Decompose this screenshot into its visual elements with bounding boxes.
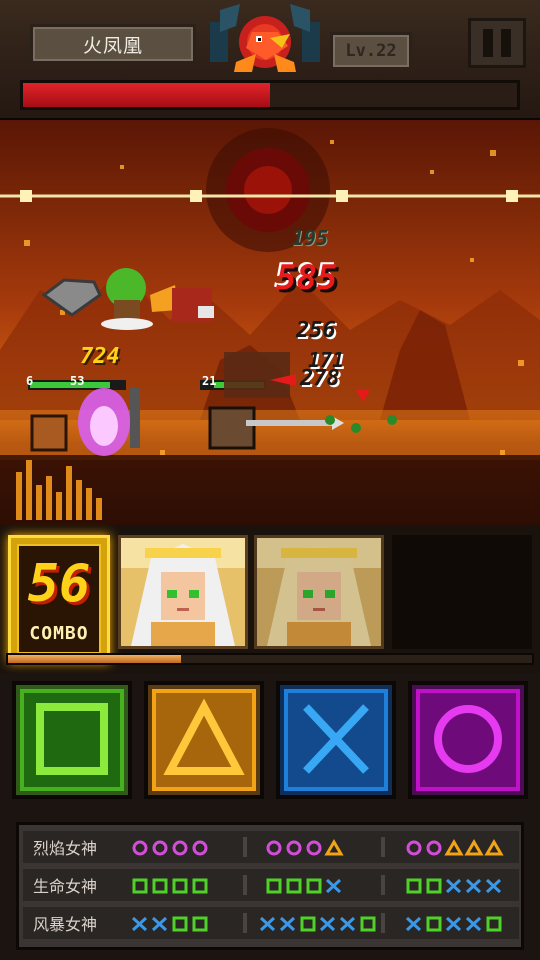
skill-table-frame: 烈焰女神 生命女神 风暴女神	[16, 822, 524, 950]
square-icon	[172, 916, 188, 932]
square-icon	[306, 878, 322, 894]
cross-icon	[445, 878, 462, 894]
combo-charge-fill	[8, 655, 181, 663]
triangle-icon	[324, 839, 344, 856]
goddess-card[interactable]	[254, 535, 384, 649]
circle-icon	[286, 840, 302, 856]
circle-icon	[152, 840, 168, 856]
goddess-card[interactable]	[118, 535, 248, 649]
combo-panel: 56 COMBO	[0, 525, 540, 673]
pause-icon	[483, 29, 493, 57]
damage-number: 256	[296, 318, 336, 343]
circle-icon	[426, 840, 442, 856]
goddess-portrait-icon	[121, 538, 245, 646]
square-icon	[266, 878, 282, 894]
skill-sequence	[406, 878, 502, 894]
boss-hp-fill	[23, 83, 270, 107]
skill-sequence	[266, 839, 344, 856]
boss-name-plate: 火凤凰	[30, 24, 196, 64]
circle-icon	[172, 840, 188, 856]
action-buttons	[0, 673, 540, 808]
cross-icon	[131, 916, 148, 932]
battle-scene: 195 585 256 171 278 724 6 53 21	[0, 120, 540, 525]
boss-level-badge: Lv.22	[330, 32, 412, 70]
square-icon	[360, 916, 376, 932]
square-button[interactable]	[12, 681, 132, 799]
enemy-hp-value: 21	[202, 374, 217, 388]
cross-icon	[445, 916, 462, 932]
triangle-icon	[444, 839, 464, 856]
square-icon	[172, 878, 188, 894]
square-icon	[192, 916, 208, 932]
skill-sequence	[405, 916, 502, 932]
cross-icon	[339, 916, 356, 932]
skill-name: 烈焰女神	[33, 839, 98, 858]
cross-icon	[485, 878, 502, 894]
skill-sequence	[259, 916, 376, 932]
square-icon	[300, 916, 316, 932]
triangle-icon	[464, 839, 484, 856]
fire-phoenix-icon	[210, 4, 320, 72]
empty-card-slot	[392, 535, 532, 649]
square-icon	[286, 878, 302, 894]
cross-icon	[151, 916, 168, 932]
circle-icon	[192, 840, 208, 856]
player-damage-number: 724	[80, 344, 120, 369]
damage-number: 278	[300, 366, 340, 391]
square-icon	[192, 878, 208, 894]
square-icon	[20, 689, 124, 791]
cross-icon	[279, 916, 296, 932]
circle-icon	[266, 840, 282, 856]
skill-name: 风暴女神	[33, 915, 98, 934]
cross-icon	[465, 878, 482, 894]
ally-hp-value: 6	[26, 374, 34, 388]
combo-label: COMBO	[29, 623, 89, 644]
circle-icon	[406, 840, 422, 856]
skill-sequence	[131, 916, 208, 932]
cross-button[interactable]	[276, 681, 396, 799]
cross-icon	[284, 689, 388, 791]
circle-icon	[132, 840, 148, 856]
skill-name: 生命女神	[33, 877, 98, 896]
boss-hp-bar	[20, 80, 520, 110]
square-icon	[426, 916, 442, 932]
square-icon	[406, 878, 422, 894]
combo-counter: 56 COMBO	[8, 535, 110, 663]
cross-icon	[465, 916, 482, 932]
skill-sequence	[266, 878, 342, 894]
pause-button[interactable]	[468, 18, 526, 68]
battle-background	[0, 128, 540, 525]
combo-charge-bar	[6, 653, 534, 665]
critical-damage-number: 585	[276, 258, 338, 298]
damage-number: 195	[292, 226, 329, 250]
circle-icon	[416, 689, 520, 791]
circle-button[interactable]	[408, 681, 528, 799]
ally-hp-value: 53	[70, 374, 85, 388]
triangle-icon	[152, 689, 256, 791]
skill-row-life-goddess: 生命女神	[23, 869, 519, 901]
triangle-icon	[484, 839, 504, 856]
skill-sequence	[132, 878, 208, 894]
cross-icon	[325, 878, 342, 894]
cross-icon	[319, 916, 336, 932]
cross-icon	[405, 916, 422, 932]
skill-row-storm-goddess: 风暴女神	[23, 907, 519, 939]
skill-sequence	[132, 840, 208, 856]
skill-combo-table: 烈焰女神 生命女神 风暴女神	[0, 808, 540, 960]
triangle-button[interactable]	[144, 681, 264, 799]
square-icon	[486, 916, 502, 932]
square-icon	[426, 878, 442, 894]
square-icon	[132, 878, 148, 894]
circle-icon	[306, 840, 322, 856]
skill-sequence	[406, 839, 504, 856]
square-icon	[152, 878, 168, 894]
cross-icon	[259, 916, 276, 932]
combo-count: 56	[27, 554, 91, 614]
skill-row-fire-goddess: 烈焰女神	[23, 831, 519, 863]
boss-header: 火凤凰 Lv.22	[0, 0, 540, 120]
goddess-portrait-icon	[257, 538, 381, 646]
